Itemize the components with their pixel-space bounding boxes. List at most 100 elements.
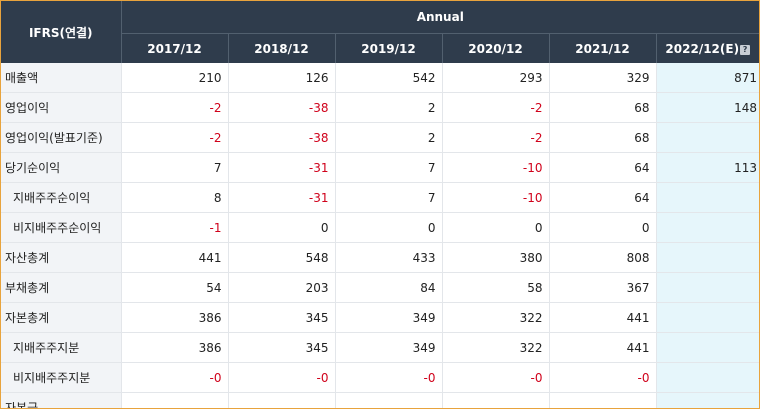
value-cell: -1	[121, 212, 229, 243]
value-cell: 386	[121, 302, 229, 333]
estimate-year-label: 2022/12(E)	[665, 41, 740, 56]
value-cell: 126	[228, 63, 336, 93]
estimate-value-cell	[656, 392, 759, 408]
financial-summary-frame: IFRS(연결) Annual 2017/12 2018/12 2019/12 …	[0, 0, 760, 409]
row-label: 지배주주순이익	[1, 182, 122, 213]
year-header: 2021/12	[549, 33, 657, 63]
value-cell: 345	[228, 302, 336, 333]
estimate-value-cell: 113	[656, 152, 759, 183]
value-cell: -0	[228, 362, 336, 393]
value-cell	[442, 392, 550, 408]
row-label: 비지배주주순이익	[1, 212, 122, 243]
value-cell: 349	[335, 302, 443, 333]
year-header: 2018/12	[228, 33, 336, 63]
year-header: 2017/12	[121, 33, 229, 63]
table-row: 비지배주주지분 -0 -0 -0 -0 -0	[1, 362, 759, 393]
value-cell: 7	[335, 152, 443, 183]
value-cell: 58	[442, 272, 550, 303]
value-cell: 203	[228, 272, 336, 303]
table-body: 매출액 210 126 542 293 329 871 영업이익 -2 -38 2 -2 68 148 영업…	[1, 63, 759, 408]
value-cell: -0	[335, 362, 443, 393]
accounting-standard-header: IFRS(연결)	[1, 1, 122, 63]
value-cell: -0	[121, 362, 229, 393]
value-cell: -2	[121, 122, 229, 153]
value-cell: 68	[549, 122, 657, 153]
value-cell	[335, 392, 443, 408]
year-header: 2019/12	[335, 33, 443, 63]
value-cell: 8	[121, 182, 229, 213]
table-row: 지배주주순이익 8 -31 7 -10 64	[1, 182, 759, 213]
estimate-value-cell	[656, 302, 759, 333]
year-header: 2020/12	[442, 33, 550, 63]
value-cell: 0	[335, 212, 443, 243]
table-row: 영업이익(발표기준) -2 -38 2 -2 68	[1, 122, 759, 153]
value-cell	[549, 392, 657, 408]
value-cell: 433	[335, 242, 443, 273]
estimate-value-cell	[656, 212, 759, 243]
value-cell: 441	[549, 302, 657, 333]
table-row: 부채총계 54 203 84 58 367	[1, 272, 759, 303]
value-cell: 68	[549, 92, 657, 123]
table-row: 영업이익 -2 -38 2 -2 68 148	[1, 92, 759, 123]
row-label: 당기순이익	[1, 152, 122, 183]
year-header-estimate: 2022/12(E)?	[656, 33, 759, 63]
value-cell: 210	[121, 63, 229, 93]
estimate-value-cell	[656, 242, 759, 273]
table-row: 매출액 210 126 542 293 329 871	[1, 63, 759, 93]
value-cell	[228, 392, 336, 408]
value-cell: 542	[335, 63, 443, 93]
value-cell: -2	[442, 92, 550, 123]
value-cell: 64	[549, 182, 657, 213]
value-cell: 2	[335, 92, 443, 123]
value-cell: -10	[442, 152, 550, 183]
value-cell: 322	[442, 332, 550, 363]
value-cell: -31	[228, 182, 336, 213]
value-cell: 441	[549, 332, 657, 363]
table-row: 자산총계 441 548 433 380 808	[1, 242, 759, 273]
value-cell: -38	[228, 92, 336, 123]
value-cell: 548	[228, 242, 336, 273]
table-row: 자본총계 386 345 349 322 441	[1, 302, 759, 333]
value-cell: -31	[228, 152, 336, 183]
table-row: 당기순이익 7 -31 7 -10 64 113	[1, 152, 759, 183]
row-label: 부채총계	[1, 272, 122, 303]
estimate-value-cell	[656, 272, 759, 303]
value-cell: -38	[228, 122, 336, 153]
annual-group-header: Annual	[121, 1, 759, 34]
value-cell: 808	[549, 242, 657, 273]
table-row: 비지배주주순이익 -1 0 0 0 0	[1, 212, 759, 243]
help-icon[interactable]: ?	[740, 44, 751, 55]
value-cell: 54	[121, 272, 229, 303]
value-cell: 349	[335, 332, 443, 363]
row-label: 비지배주주지분	[1, 362, 122, 393]
estimate-value-cell	[656, 332, 759, 363]
estimate-value-cell	[656, 362, 759, 393]
estimate-value-cell: 148	[656, 92, 759, 123]
value-cell: 322	[442, 302, 550, 333]
value-cell: 441	[121, 242, 229, 273]
value-cell: 367	[549, 272, 657, 303]
row-label: 자본총계	[1, 302, 122, 333]
value-cell: 345	[228, 332, 336, 363]
value-cell: 380	[442, 242, 550, 273]
value-cell	[121, 392, 229, 408]
estimate-value-cell	[656, 122, 759, 153]
value-cell: 2	[335, 122, 443, 153]
value-cell: 64	[549, 152, 657, 183]
value-cell: 84	[335, 272, 443, 303]
row-label: 영업이익(발표기준)	[1, 122, 122, 153]
value-cell: -2	[442, 122, 550, 153]
row-label: 영업이익	[1, 92, 122, 123]
row-label: 매출액	[1, 63, 122, 93]
value-cell: 0	[442, 212, 550, 243]
value-cell: 293	[442, 63, 550, 93]
row-label: 자본금	[1, 392, 122, 408]
value-cell: -0	[442, 362, 550, 393]
value-cell: 7	[121, 152, 229, 183]
value-cell: 7	[335, 182, 443, 213]
value-cell: -10	[442, 182, 550, 213]
value-cell: -2	[121, 92, 229, 123]
row-label: 자산총계	[1, 242, 122, 273]
value-cell: -0	[549, 362, 657, 393]
value-cell: 0	[549, 212, 657, 243]
